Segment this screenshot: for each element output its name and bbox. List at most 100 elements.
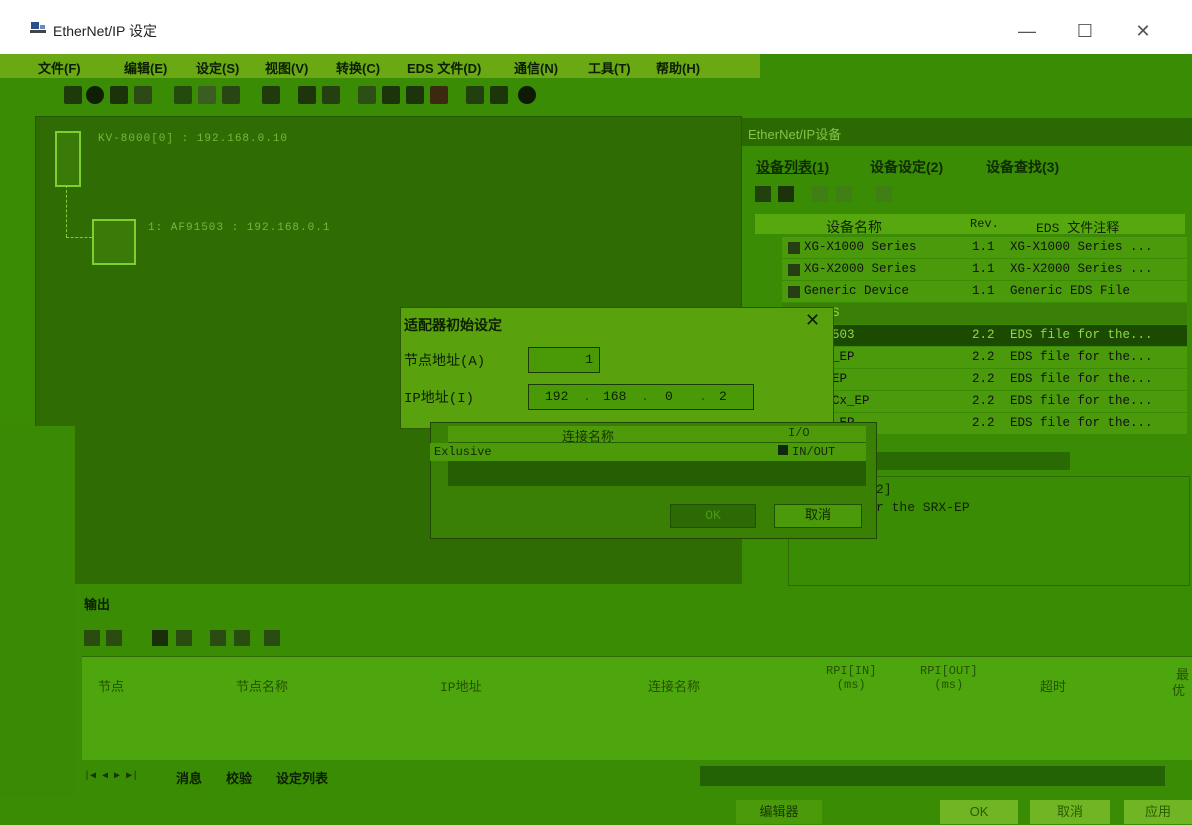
detail-view-icon[interactable] xyxy=(778,186,794,202)
tab-settings-list[interactable]: 设定列表 xyxy=(276,768,328,787)
ip-octet-3: 0 xyxy=(665,389,673,404)
properties-icon[interactable] xyxy=(466,86,484,104)
table-icon[interactable] xyxy=(264,630,280,646)
col-rpi-out: RPI[OUT] (ms) xyxy=(920,664,978,692)
app-icon xyxy=(30,22,46,36)
col-rev: Rev. xyxy=(970,217,999,231)
help-icon[interactable] xyxy=(518,86,536,104)
ip-address-label: IP地址(I) xyxy=(404,391,475,407)
col-eds-comment: EDS 文件注释 xyxy=(1036,221,1120,236)
connection-cancel-button[interactable]: 取消 xyxy=(774,504,862,528)
download-icon[interactable] xyxy=(406,86,424,104)
find-icon[interactable] xyxy=(152,630,168,646)
menu-eds-file[interactable]: EDS 文件(D) xyxy=(407,58,481,77)
col-timeout: 超时 xyxy=(1040,679,1067,694)
filter-icon[interactable] xyxy=(876,186,892,202)
network-line xyxy=(66,185,68,237)
eds-file-icon xyxy=(788,286,800,298)
plc-node[interactable] xyxy=(55,131,81,187)
menu-tools[interactable]: 工具(T) xyxy=(588,58,631,77)
scan-icon[interactable] xyxy=(358,86,376,104)
copy-output-icon[interactable] xyxy=(84,630,100,646)
connection-ok-button[interactable]: OK xyxy=(670,504,756,528)
menu-edit[interactable]: 编辑(E) xyxy=(124,58,167,77)
cancel-button[interactable]: 取消 xyxy=(1030,800,1110,824)
brush-icon[interactable] xyxy=(322,86,340,104)
window-title: EtherNet/IP 设定 xyxy=(53,23,158,39)
tab-device-list[interactable]: 设备列表(1) xyxy=(756,157,829,177)
menu-view[interactable]: 视图(V) xyxy=(265,58,308,77)
adapter-node[interactable] xyxy=(92,219,136,265)
horizontal-scrollbar[interactable] xyxy=(700,766,1165,786)
device-info-line1: 2] xyxy=(876,482,892,497)
device-row-selected[interactable]: 503 2.2 EDS file for the... xyxy=(782,325,1187,346)
network-branch xyxy=(66,237,92,239)
sort-up-icon[interactable] xyxy=(812,186,828,202)
device-row[interactable]: XG-X2000 Series 1.1 XG-X2000 Series ... xyxy=(782,259,1187,280)
cut-icon[interactable] xyxy=(174,86,192,104)
editor-button[interactable]: 编辑器 xyxy=(736,800,822,824)
export-icon[interactable] xyxy=(210,630,226,646)
paste-icon[interactable] xyxy=(222,86,240,104)
dialog-close-button[interactable]: ✕ xyxy=(805,310,820,331)
eds-file-icon xyxy=(788,264,800,276)
col-ip-address: IP地址 xyxy=(440,680,482,695)
tab-messages[interactable]: 消息 xyxy=(176,768,202,787)
left-dock xyxy=(0,426,75,825)
device-row[interactable]: XG-X1000 Series 1.1 XG-X1000 Series ... xyxy=(782,237,1187,258)
connection-row-io: IN/OUT xyxy=(792,445,836,459)
network-icon[interactable] xyxy=(262,86,280,104)
paste-output-icon[interactable] xyxy=(106,630,122,646)
device-row[interactable]: Cx_EP 2.2 EDS file for the... xyxy=(782,391,1187,412)
tab-check[interactable]: 校验 xyxy=(226,768,252,787)
device-row[interactable]: S xyxy=(782,303,1187,324)
list-icon[interactable] xyxy=(490,86,508,104)
check-icon[interactable] xyxy=(430,86,448,104)
tab-device-search[interactable]: 设备查找(3) xyxy=(986,157,1059,177)
device-progress xyxy=(870,452,1070,470)
sort-down-icon[interactable] xyxy=(836,186,852,202)
ip-octet-4: 2 xyxy=(719,389,727,404)
node-address-input[interactable]: 1 xyxy=(528,347,600,373)
minimize-button[interactable]: — xyxy=(1004,16,1050,46)
print-icon[interactable] xyxy=(176,630,192,646)
arrow-right-icon xyxy=(778,445,788,455)
power-icon[interactable] xyxy=(86,86,104,104)
eds-file-icon xyxy=(788,242,800,254)
monitor-icon[interactable] xyxy=(110,86,128,104)
menu-file[interactable]: 文件(F) xyxy=(38,58,81,77)
col-io: I/O xyxy=(788,426,810,440)
col-device-name: 设备名称 xyxy=(826,221,882,237)
report-icon[interactable] xyxy=(298,86,316,104)
menu-convert[interactable]: 转换(C) xyxy=(336,58,380,77)
adapter-node-label: 1: AF91503 : 192.168.0.1 xyxy=(148,222,331,234)
col-node: 节点 xyxy=(98,679,125,694)
apply-button[interactable]: 应用 xyxy=(1124,800,1192,824)
sheet-nav[interactable]: |◀ ◀ ▶ ▶| xyxy=(84,770,138,782)
ip-octet-1: 192 xyxy=(545,389,569,404)
ip-address-input[interactable]: 192 . 168 . 0 . 2 xyxy=(528,384,754,410)
ok-button[interactable]: OK xyxy=(940,800,1018,824)
ip-dot: . xyxy=(583,389,591,404)
upload-icon[interactable] xyxy=(382,86,400,104)
col-extra-bottom: 优 xyxy=(1172,683,1186,698)
col-connection-name: 连接名称 xyxy=(648,679,701,694)
device-row[interactable]: Generic Device 1.1 Generic EDS File xyxy=(782,281,1187,302)
device-row[interactable]: EP 2.2 EDS file for the... xyxy=(782,369,1187,390)
menu-communication[interactable]: 通信(N) xyxy=(514,58,558,77)
tab-device-settings[interactable]: 设备设定(2) xyxy=(870,157,943,177)
import-icon[interactable] xyxy=(234,630,250,646)
node-address-label: 节点地址(A) xyxy=(404,354,486,370)
connection-row-name: Exlusive xyxy=(434,445,492,459)
connect-icon[interactable] xyxy=(64,86,82,104)
close-button[interactable]: ✕ xyxy=(1120,16,1166,46)
output-title: 输出 xyxy=(84,597,111,612)
copy-icon[interactable] xyxy=(198,86,216,104)
device-row[interactable]: _EP2.2EDS file for the... xyxy=(782,347,1187,368)
large-icon-view-icon[interactable] xyxy=(755,186,771,202)
ip-octet-2: 168 xyxy=(603,389,627,404)
menu-help[interactable]: 帮助(H) xyxy=(656,58,700,77)
menu-settings[interactable]: 设定(S) xyxy=(196,58,239,77)
maximize-button[interactable]: ☐ xyxy=(1062,16,1108,46)
compare-icon[interactable] xyxy=(134,86,152,104)
